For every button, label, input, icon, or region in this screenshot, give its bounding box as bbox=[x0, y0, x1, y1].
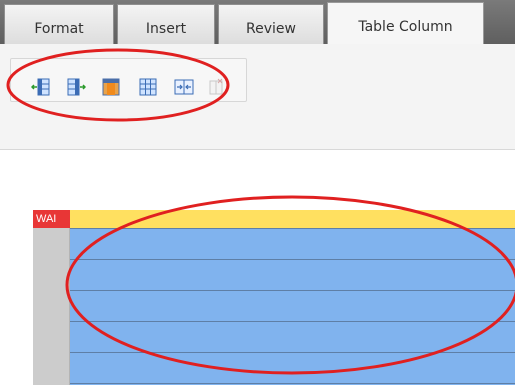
table-row-divider bbox=[70, 321, 515, 322]
select-column-icon[interactable] bbox=[138, 77, 158, 97]
table-row-divider bbox=[70, 228, 515, 229]
delete-column-icon[interactable] bbox=[101, 77, 121, 97]
row-handle-column[interactable] bbox=[33, 228, 70, 385]
table-row-divider bbox=[70, 290, 515, 291]
column-properties-icon[interactable] bbox=[206, 77, 226, 97]
wai-badge: WAI bbox=[33, 210, 70, 228]
ribbon-panel bbox=[0, 44, 515, 150]
table-row-divider bbox=[70, 383, 515, 384]
table-row-divider bbox=[70, 259, 515, 260]
tab-format[interactable]: Format bbox=[4, 4, 114, 44]
insert-column-left-icon[interactable] bbox=[31, 77, 51, 97]
table-header-row[interactable] bbox=[33, 210, 515, 229]
tab-table-column[interactable]: Table Column bbox=[327, 2, 484, 46]
column-width-icon[interactable] bbox=[174, 77, 194, 97]
column-tools-group bbox=[10, 58, 247, 102]
table: WAI bbox=[33, 210, 515, 385]
tab-bar: Format Insert Review Table Column bbox=[0, 0, 515, 46]
insert-column-right-icon[interactable] bbox=[66, 77, 86, 97]
tab-review[interactable]: Review bbox=[218, 4, 324, 44]
tab-insert[interactable]: Insert bbox=[117, 4, 215, 44]
table-row-divider bbox=[70, 352, 515, 353]
selected-column[interactable] bbox=[70, 228, 515, 385]
